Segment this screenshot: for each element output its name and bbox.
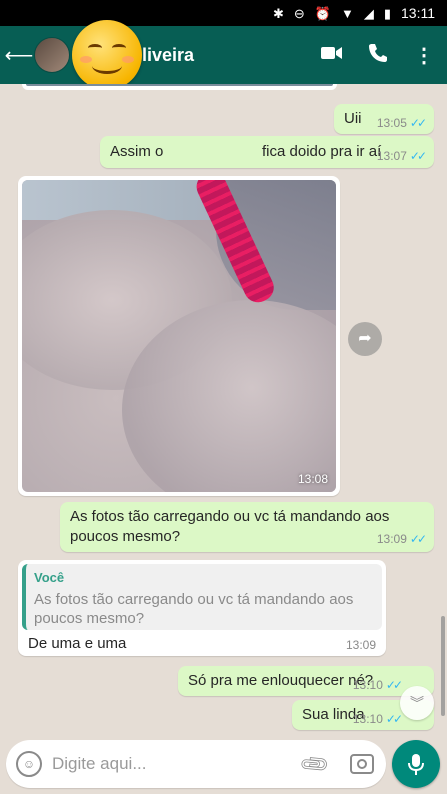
message-bubble[interactable]: Assim o fica doido pra ir aí 13:07 ✓✓ xyxy=(100,136,434,168)
message-text-continued: fica doido pra ir aí xyxy=(262,143,382,160)
chat-header: ⟵ Oliveira ⋮ xyxy=(0,26,447,84)
message-time: 13:09 xyxy=(376,532,407,546)
quoted-message[interactable]: Você As fotos tão carregando ou vc tá ma… xyxy=(22,564,382,630)
status-bar: ✱ ⊖ ⏰ ▼ ◢ ▮ 13:11 xyxy=(0,0,447,26)
message-bubble[interactable]: As fotos tão carregando ou vc tá mandand… xyxy=(60,502,434,552)
previous-image-edge xyxy=(22,84,337,90)
wifi-icon: ▼ xyxy=(340,5,354,21)
avatar[interactable] xyxy=(34,37,70,73)
message-time: 13:08 xyxy=(297,472,328,486)
image-message[interactable]: 13:08 xyxy=(18,176,340,496)
quote-text: As fotos tão carregando ou vc tá mandand… xyxy=(34,591,354,627)
message-text: De uma e uma xyxy=(28,635,127,652)
message-text: As fotos tão carregando ou vc tá mandand… xyxy=(70,508,390,545)
message-input[interactable] xyxy=(52,750,282,778)
received-photo[interactable]: 13:08 xyxy=(22,180,336,492)
bluetooth-icon: ✱ xyxy=(272,5,284,21)
message-input-box[interactable]: ☺ 📎︎ xyxy=(6,740,386,788)
message-bubble[interactable]: Uii 13:05 ✓✓ xyxy=(334,104,434,134)
message-time: 13:10 xyxy=(352,678,383,692)
message-time: 13:10 xyxy=(352,712,383,726)
message-text: Só pra me enlouquecer né? xyxy=(188,672,374,689)
read-ticks-icon: ✓✓ xyxy=(409,149,427,163)
reply-message-bubble[interactable]: Você As fotos tão carregando ou vc tá ma… xyxy=(18,560,386,656)
arrow-left-icon[interactable]: ⟵ xyxy=(4,43,34,68)
message-bubble[interactable]: Só pra me enlouquecer né? 13:10 ✓✓ xyxy=(178,666,434,696)
phone-icon[interactable] xyxy=(355,43,401,68)
read-ticks-icon: ✓✓ xyxy=(409,532,427,546)
quote-author: Você xyxy=(34,570,65,585)
message-time: 13:09 xyxy=(345,638,376,652)
chat-area[interactable]: Uii 13:05 ✓✓ Assim o fica doido pra ir aí… xyxy=(0,84,447,734)
message-text: Uii xyxy=(344,110,362,127)
read-ticks-icon: ✓✓ xyxy=(385,712,403,726)
message-text: Assim o xyxy=(110,143,164,160)
paperclip-icon[interactable]: 📎︎ xyxy=(297,747,333,782)
signal-icon: ◢ xyxy=(363,5,374,21)
more-vert-icon[interactable]: ⋮ xyxy=(401,43,447,68)
mic-icon[interactable] xyxy=(392,740,440,788)
contact-name[interactable]: Oliveira xyxy=(128,45,309,66)
forward-icon[interactable]: ➦ xyxy=(348,322,382,356)
video-call-icon[interactable] xyxy=(309,45,355,66)
dnd-icon: ⊖ xyxy=(293,5,305,21)
battery-icon: ▮ xyxy=(383,5,391,21)
emoji-icon[interactable]: ☺ xyxy=(16,751,42,777)
message-time: 13:05 xyxy=(376,116,407,130)
scrollbar[interactable] xyxy=(441,616,445,716)
message-time: 13:07 xyxy=(376,149,407,163)
alarm-icon: ⏰ xyxy=(314,5,331,21)
composer: ☺ 📎︎ xyxy=(0,734,447,794)
read-ticks-icon: ✓✓ xyxy=(409,116,427,130)
scroll-down-icon[interactable]: ︾ xyxy=(400,686,434,720)
read-ticks-icon: ✓✓ xyxy=(385,678,403,692)
status-time: 13:11 xyxy=(401,5,435,21)
smiley-emoji-sticker xyxy=(72,20,142,90)
camera-icon[interactable] xyxy=(350,754,374,774)
